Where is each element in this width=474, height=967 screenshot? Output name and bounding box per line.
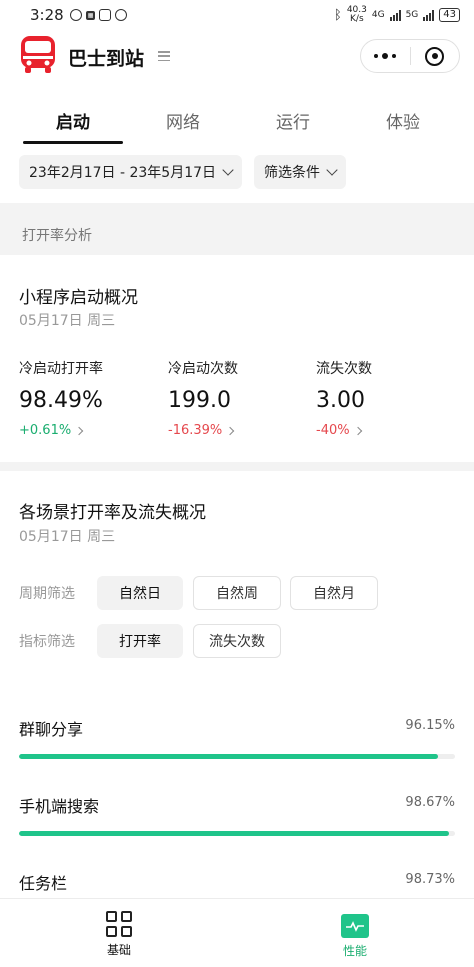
- metric-value: 3.00: [316, 388, 365, 413]
- section-divider: [0, 462, 474, 471]
- tab-startup[interactable]: 启动: [18, 100, 128, 144]
- app-title: 巴士到站: [68, 48, 145, 70]
- nav-label: 性能: [342, 944, 367, 958]
- scenes-title: 各场景打开率及流失概况: [19, 503, 206, 523]
- scene-name: 群聊分享: [19, 720, 84, 739]
- chevron-right-icon: [353, 426, 362, 435]
- scene-item: 群聊分享 96.15%: [19, 716, 455, 759]
- mini-program-capsule: [360, 39, 460, 73]
- nav-basic[interactable]: 基础: [89, 911, 149, 958]
- overview-title: 小程序启动概况: [19, 288, 138, 308]
- metric-value: 98.49%: [19, 388, 103, 413]
- metric-label: 冷启动次数: [168, 361, 238, 377]
- tab-bar: 启动 网络 运行 体验: [0, 100, 474, 144]
- alarm-icon: [115, 9, 128, 21]
- bluetooth-icon: ᛒ: [334, 7, 342, 23]
- filter-bar: 23年2月17日 - 23年5月17日 筛选条件: [19, 155, 347, 189]
- scene-name: 任务栏: [19, 874, 68, 893]
- filter-condition-dropdown[interactable]: 筛选条件: [254, 155, 347, 189]
- metric-option-open-rate[interactable]: 打开率: [97, 624, 183, 658]
- nfc-icon: [99, 9, 112, 21]
- metric-loss-count: 流失次数 3.00 -40%: [316, 358, 466, 438]
- metric-value: 199.0: [168, 388, 231, 413]
- date-range-text: 23年2月17日 - 23年5月17日: [29, 165, 217, 181]
- bottom-nav: 基础 性能: [0, 898, 474, 967]
- filter-condition-text: 筛选条件: [264, 165, 321, 181]
- scene-value: 98.73%: [405, 872, 455, 887]
- metric-filter-label: 指标筛选: [19, 634, 75, 650]
- overview-date: 05月17日 周三: [19, 313, 116, 329]
- progress-track: [19, 831, 455, 836]
- chat-notification-icon: [69, 9, 82, 21]
- period-option-week[interactable]: 自然周: [193, 576, 281, 610]
- pulse-chart-icon: [341, 914, 369, 938]
- progress-fill: [19, 754, 439, 759]
- network-type-2: 5G: [405, 10, 419, 20]
- metric-cold-start-rate: 冷启动打开率 98.49% +0.61%: [19, 358, 169, 438]
- chevron-down-icon: [326, 164, 338, 176]
- target-icon: [425, 46, 445, 66]
- bus-logo-icon: [21, 36, 55, 73]
- date-range-dropdown[interactable]: 23年2月17日 - 23年5月17日: [19, 155, 243, 189]
- chevron-right-icon: [74, 426, 84, 435]
- period-filter-label: 周期筛选: [19, 586, 75, 602]
- tab-network[interactable]: 网络: [128, 100, 238, 144]
- scene-value: 96.15%: [405, 718, 455, 733]
- tab-runtime[interactable]: 运行: [238, 100, 348, 144]
- metric-delta[interactable]: +0.61%: [19, 423, 169, 438]
- nav-label: 基础: [106, 943, 131, 957]
- chevron-right-icon: [226, 426, 235, 435]
- battery-icon: 43: [439, 8, 460, 22]
- metric-cold-start-count: 冷启动次数 199.0 -16.39%: [168, 358, 318, 438]
- scene-value: 98.67%: [405, 795, 455, 810]
- app-header: 巴士到站: [0, 36, 474, 80]
- network-speed: 40.3 K/s: [346, 5, 367, 24]
- more-options-icon[interactable]: [361, 53, 410, 59]
- scene-item: 手机端搜索 98.67%: [19, 793, 455, 836]
- scenes-date: 05月17日 周三: [19, 529, 116, 545]
- metric-label: 流失次数: [316, 361, 372, 377]
- metric-delta[interactable]: -40%: [316, 423, 466, 438]
- metric-label: 冷启动打开率: [19, 361, 103, 377]
- scene-name: 手机端搜索: [19, 797, 100, 816]
- scene-item: 任务栏 98.73%: [19, 870, 455, 894]
- status-time: 3:28: [30, 6, 64, 24]
- network-type-1: 4G: [371, 10, 385, 20]
- metric-delta[interactable]: -16.39%: [168, 423, 318, 438]
- grid-icon: [106, 911, 132, 937]
- menu-icon[interactable]: [158, 51, 170, 61]
- app-notification-icon: ▦: [85, 10, 96, 20]
- tab-experience[interactable]: 体验: [348, 100, 458, 144]
- nav-performance[interactable]: 性能: [325, 911, 385, 959]
- progress-fill: [19, 831, 450, 836]
- period-option-day[interactable]: 自然日: [97, 576, 183, 610]
- signal-icon: [389, 9, 401, 21]
- progress-track: [19, 754, 455, 759]
- signal-icon-2: [423, 9, 435, 21]
- close-mini-program-button[interactable]: [411, 46, 460, 66]
- period-option-month[interactable]: 自然月: [290, 576, 378, 610]
- status-bar: 3:28 ▦ ᛒ 40.3 K/s 4G 5G 43: [0, 0, 474, 30]
- section-label: 打开率分析: [22, 228, 92, 244]
- chevron-down-icon: [222, 164, 234, 176]
- metric-option-loss-count[interactable]: 流失次数: [193, 624, 281, 658]
